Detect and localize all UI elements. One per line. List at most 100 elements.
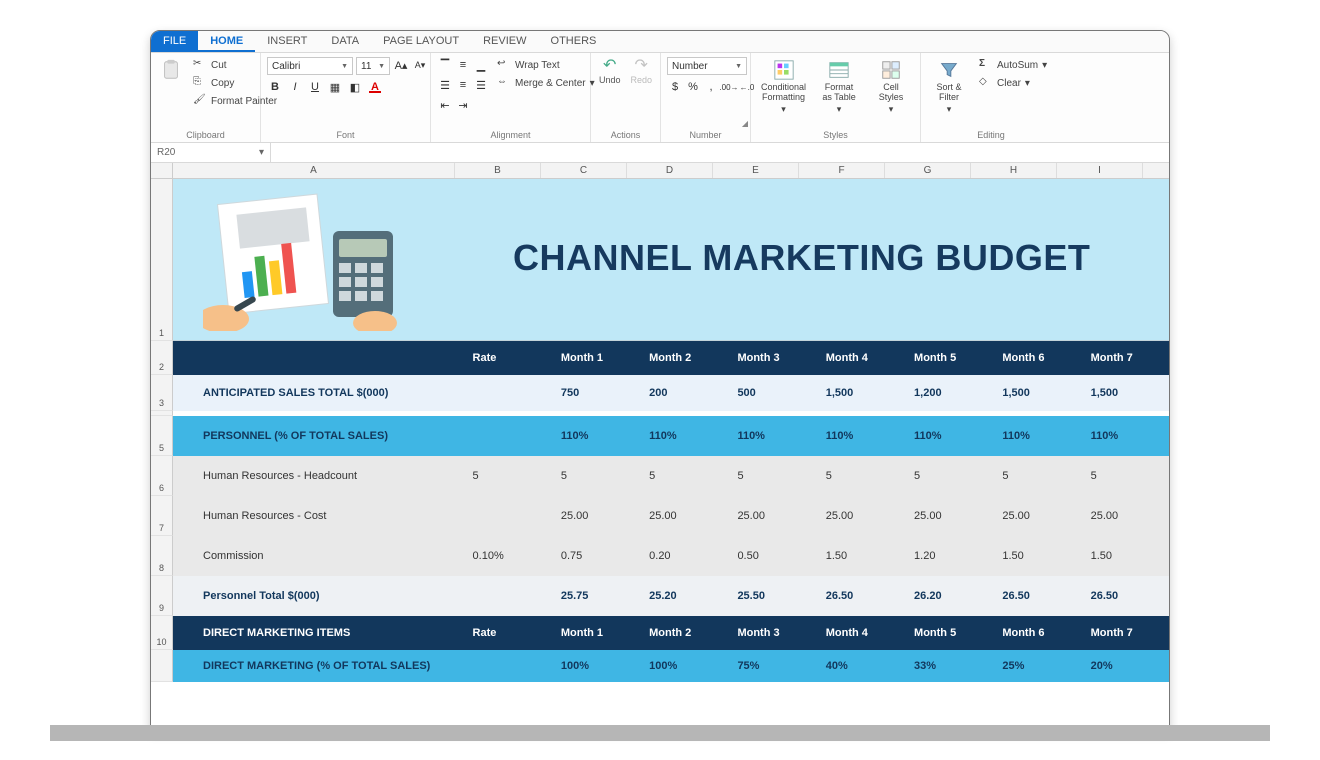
- cell[interactable]: 25.00: [727, 496, 815, 536]
- tab-data[interactable]: DATA: [319, 31, 371, 52]
- align-top-button[interactable]: ▔: [437, 57, 453, 73]
- cell[interactable]: [463, 375, 551, 411]
- font-color-button[interactable]: A: [367, 79, 383, 95]
- increase-decimal-button[interactable]: .00→: [721, 79, 737, 95]
- cell[interactable]: 5: [904, 456, 992, 496]
- align-center-button[interactable]: ≡: [455, 77, 471, 93]
- autosum-button[interactable]: Σ AutoSum ▾: [977, 57, 1049, 73]
- increase-indent-button[interactable]: ⇥: [455, 97, 471, 113]
- paste-button[interactable]: [157, 57, 185, 83]
- row-hr-headcount[interactable]: Human Resources - Headcount 5 5 5 5 5 5 …: [173, 456, 1169, 496]
- sort-filter-button[interactable]: Sort & Filter▾: [927, 57, 971, 117]
- cell[interactable]: 110%: [727, 416, 815, 456]
- cell[interactable]: 1.50: [1081, 536, 1169, 576]
- align-right-button[interactable]: ☰: [473, 77, 489, 93]
- merge-center-button[interactable]: ⇔ Merge & Center ▾: [495, 75, 597, 91]
- select-all-corner[interactable]: [151, 163, 173, 178]
- cell[interactable]: Month 6: [992, 616, 1080, 650]
- cell[interactable]: 25.50: [727, 576, 815, 616]
- cell[interactable]: 25.75: [551, 576, 639, 616]
- border-button[interactable]: ▦: [327, 79, 343, 95]
- cell[interactable]: Month 7: [1081, 616, 1169, 650]
- cell[interactable]: 1,200: [904, 375, 992, 411]
- cell[interactable]: 500: [727, 375, 815, 411]
- cell[interactable]: 1,500: [992, 375, 1080, 411]
- cell[interactable]: Month 3: [727, 341, 815, 375]
- italic-button[interactable]: I: [287, 79, 303, 95]
- cell[interactable]: 40%: [816, 650, 904, 682]
- cell[interactable]: 200: [639, 375, 727, 411]
- row-direct-marketing-pct[interactable]: DIRECT MARKETING (% OF TOTAL SALES) 100%…: [173, 650, 1169, 682]
- col-header-f[interactable]: F: [799, 163, 885, 178]
- percent-button[interactable]: %: [685, 79, 701, 95]
- name-box[interactable]: R20 ▾: [151, 143, 271, 162]
- cell[interactable]: ANTICIPATED SALES TOTAL $(000): [173, 375, 463, 411]
- increase-font-button[interactable]: A▴: [393, 57, 409, 73]
- col-header-a[interactable]: A: [173, 163, 455, 178]
- cell[interactable]: [463, 650, 551, 682]
- banner-row[interactable]: CHANNEL MARKETING BUDGET: [173, 179, 1169, 341]
- cell[interactable]: DIRECT MARKETING (% OF TOTAL SALES): [173, 650, 463, 682]
- col-header-c[interactable]: C: [541, 163, 627, 178]
- col-header-e[interactable]: E: [713, 163, 799, 178]
- cell[interactable]: 0.20: [639, 536, 727, 576]
- row-header-2[interactable]: 2: [151, 341, 173, 375]
- cell[interactable]: 110%: [816, 416, 904, 456]
- cell[interactable]: DIRECT MARKETING ITEMS: [173, 616, 463, 650]
- cell[interactable]: 5: [727, 456, 815, 496]
- cell[interactable]: 110%: [1081, 416, 1169, 456]
- number-dialog-launcher[interactable]: ◢: [742, 119, 748, 128]
- cell[interactable]: Personnel Total $(000): [173, 576, 463, 616]
- row-header-1[interactable]: 1: [151, 179, 173, 341]
- cell[interactable]: 100%: [551, 650, 639, 682]
- font-size-select[interactable]: 11▼: [356, 57, 390, 75]
- cell[interactable]: 25%: [992, 650, 1080, 682]
- decrease-indent-button[interactable]: ⇤: [437, 97, 453, 113]
- row-header-5[interactable]: 5: [151, 416, 173, 456]
- cell[interactable]: 25.00: [551, 496, 639, 536]
- cell[interactable]: 25.00: [639, 496, 727, 536]
- col-header-h[interactable]: H: [971, 163, 1057, 178]
- cell[interactable]: [463, 576, 551, 616]
- redo-button[interactable]: ↷: [633, 57, 649, 73]
- decrease-font-button[interactable]: A▾: [412, 57, 428, 73]
- row-commission[interactable]: Commission 0.10% 0.75 0.20 0.50 1.50 1.2…: [173, 536, 1169, 576]
- cell[interactable]: Month 7: [1081, 341, 1169, 375]
- cell[interactable]: 5: [1081, 456, 1169, 496]
- cell[interactable]: 25.20: [639, 576, 727, 616]
- align-middle-button[interactable]: ≡: [455, 57, 471, 73]
- cell[interactable]: Human Resources - Cost: [173, 496, 463, 536]
- align-bottom-button[interactable]: ▁: [473, 57, 489, 73]
- cell[interactable]: 110%: [551, 416, 639, 456]
- cell[interactable]: Human Resources - Headcount: [173, 456, 463, 496]
- format-as-table-button[interactable]: Format as Table▾: [816, 57, 862, 117]
- cell[interactable]: 1.20: [904, 536, 992, 576]
- col-header-d[interactable]: D: [627, 163, 713, 178]
- bold-button[interactable]: B: [267, 79, 283, 95]
- cell[interactable]: 26.50: [992, 576, 1080, 616]
- cell[interactable]: 0.75: [551, 536, 639, 576]
- formula-bar[interactable]: [271, 143, 1169, 162]
- cell[interactable]: 1,500: [1081, 375, 1169, 411]
- cell[interactable]: Month 1: [551, 616, 639, 650]
- row-hr-cost[interactable]: Human Resources - Cost 25.00 25.00 25.00…: [173, 496, 1169, 536]
- row-anticipated-sales[interactable]: ANTICIPATED SALES TOTAL $(000) 750 200 5…: [173, 375, 1169, 411]
- cell[interactable]: 5: [992, 456, 1080, 496]
- col-header-g[interactable]: G: [885, 163, 971, 178]
- tab-insert[interactable]: INSERT: [255, 31, 319, 52]
- row-header-3[interactable]: 3: [151, 375, 173, 411]
- cell[interactable]: 5: [639, 456, 727, 496]
- cell-styles-button[interactable]: Cell Styles▾: [868, 57, 914, 117]
- undo-button[interactable]: ↶: [602, 57, 618, 73]
- col-header-b[interactable]: B: [455, 163, 541, 178]
- wrap-text-button[interactable]: ↩ Wrap Text: [495, 57, 597, 73]
- row-header-10[interactable]: 10: [151, 616, 173, 650]
- cell[interactable]: 26.20: [904, 576, 992, 616]
- cell[interactable]: 26.50: [1081, 576, 1169, 616]
- tab-others[interactable]: OTHERS: [539, 31, 609, 52]
- cell[interactable]: Month 3: [727, 616, 815, 650]
- cell[interactable]: 110%: [639, 416, 727, 456]
- cell[interactable]: [463, 416, 551, 456]
- cell[interactable]: [463, 496, 551, 536]
- cell[interactable]: PERSONNEL (% OF TOTAL SALES): [173, 416, 463, 456]
